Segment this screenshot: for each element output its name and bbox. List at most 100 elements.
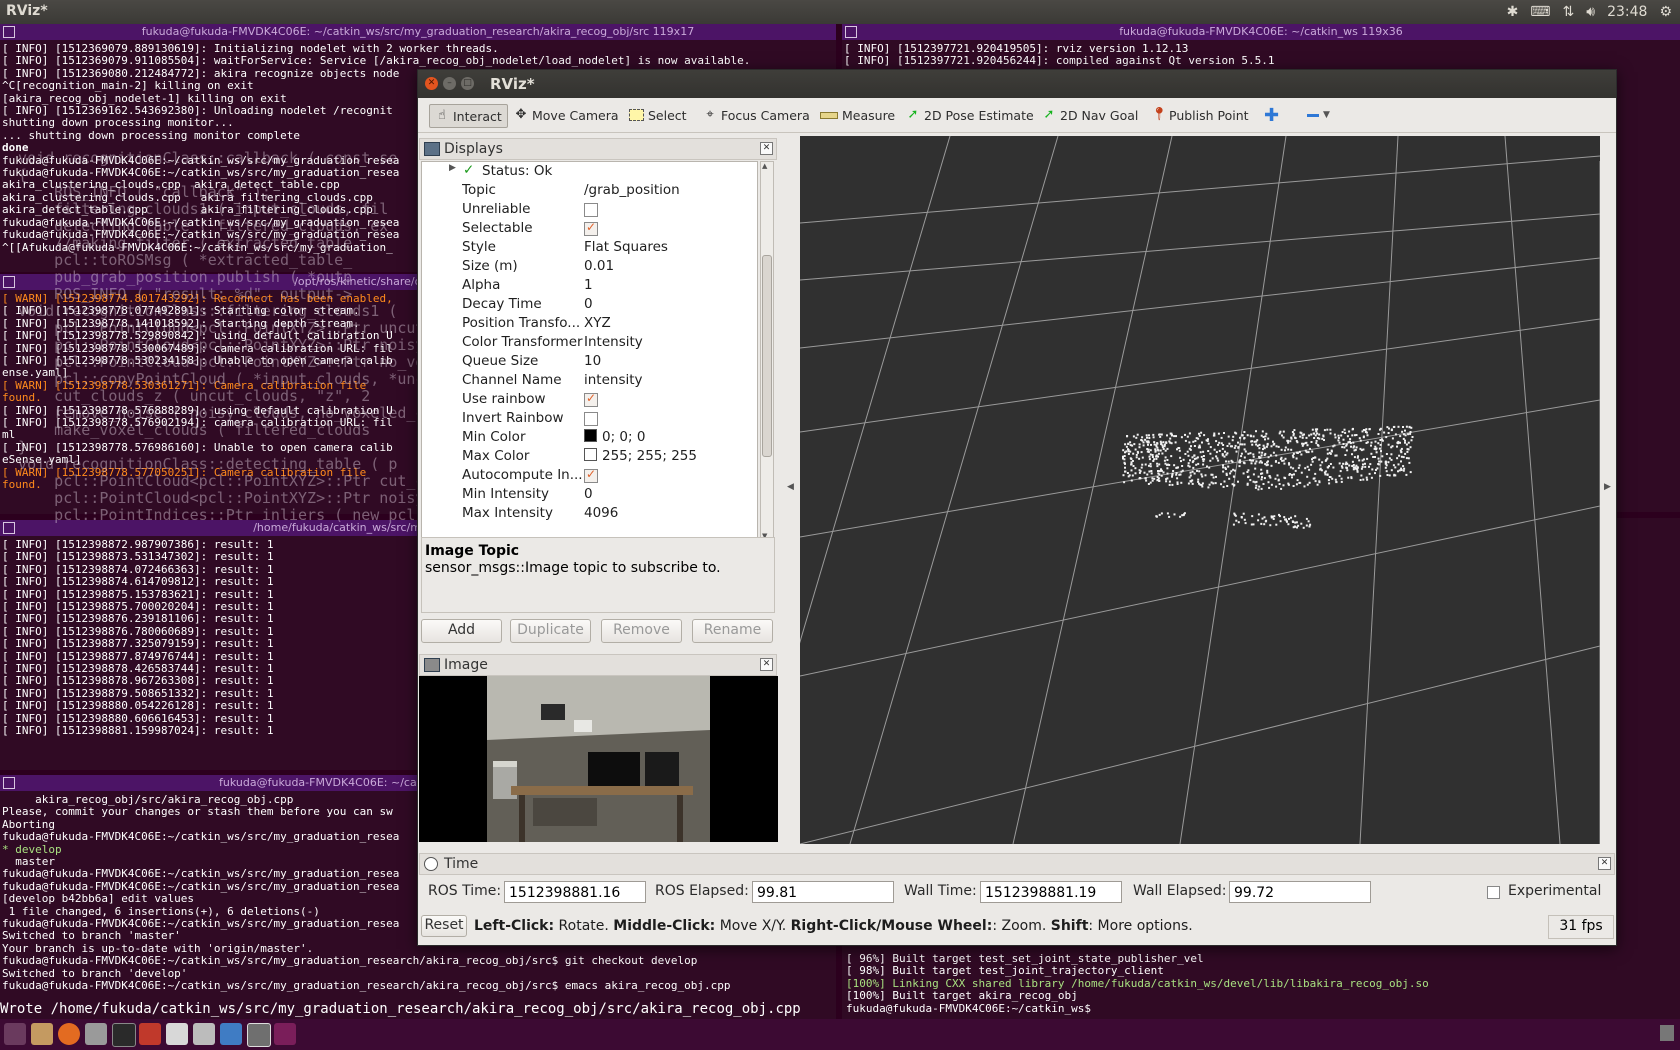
camera-app-icon[interactable] bbox=[166, 1023, 188, 1045]
property-value[interactable]: /grab_position bbox=[584, 182, 680, 198]
tool-publish-point[interactable]: 📍︎ Publish Point bbox=[1151, 104, 1249, 126]
clock[interactable]: 23:48 bbox=[1607, 4, 1647, 20]
property-value[interactable]: Flat Squares bbox=[584, 239, 668, 255]
rviz-window: ✕ – □ RViz* ☝ Interact ✥ Move Camera Selec… bbox=[417, 69, 1617, 946]
reset-button[interactable]: Reset bbox=[421, 915, 467, 937]
property-row[interactable]: Position Transfo... XYZ bbox=[422, 314, 742, 333]
displays-tree[interactable]: ▶ ✓ Status: Ok Topic/grab_position Unreli… bbox=[421, 161, 758, 541]
property-value[interactable]: Intensity bbox=[584, 334, 643, 350]
property-row[interactable]: Unreliable bbox=[422, 200, 742, 219]
network-icon[interactable]: ⇅ bbox=[1563, 4, 1575, 20]
collapse-left-icon[interactable]: ◀ bbox=[787, 482, 794, 492]
property-row[interactable]: Autocompute In... bbox=[422, 466, 742, 485]
property-checkbox[interactable] bbox=[584, 391, 598, 407]
close-window-button[interactable]: ✕ bbox=[425, 77, 438, 90]
property-checkbox[interactable] bbox=[584, 412, 598, 426]
property-checkbox[interactable] bbox=[584, 220, 598, 236]
property-row[interactable]: Channel Name intensity bbox=[422, 371, 742, 390]
dash-icon[interactable] bbox=[4, 1023, 26, 1045]
property-value[interactable]: XYZ bbox=[584, 315, 611, 331]
settings-icon[interactable] bbox=[85, 1023, 107, 1045]
property-row[interactable]: Min Intensity 0 bbox=[422, 485, 742, 504]
terminal-icon[interactable] bbox=[112, 1023, 136, 1047]
property-value[interactable]: 0.01 bbox=[584, 258, 614, 274]
property-row[interactable]: Queue Size 10 bbox=[422, 352, 742, 371]
property-row[interactable]: Color Transformer Intensity bbox=[422, 333, 742, 352]
property-value[interactable]: 1 bbox=[584, 277, 593, 293]
close-icon[interactable]: ✕ bbox=[760, 142, 773, 155]
property-value[interactable]: 0 bbox=[584, 486, 593, 502]
expand-arrow-icon[interactable]: ▶ bbox=[449, 163, 456, 173]
property-key: Use rainbow bbox=[462, 391, 546, 407]
rviz-titlebar[interactable]: ✕ – □ RViz* bbox=[418, 70, 1616, 98]
maximize-window-button[interactable]: □ bbox=[461, 77, 474, 90]
property-value[interactable]: 10 bbox=[584, 353, 601, 369]
remove-tool-button[interactable]: ▼ bbox=[1307, 104, 1330, 126]
clock-icon bbox=[424, 857, 438, 871]
property-value[interactable]: 0; 0; 0 bbox=[584, 429, 645, 445]
displays-panel-header[interactable]: Displays ✕ bbox=[419, 138, 777, 160]
rename-display-button[interactable]: Rename bbox=[692, 619, 773, 643]
terminal-1-titlebar[interactable]: fukuda@fukuda-FMVDK4C06E: ~/catkin_ws/sr… bbox=[0, 24, 836, 40]
property-row[interactable]: Max Color 255; 255; 255 bbox=[422, 447, 742, 466]
property-row[interactable]: Alpha 1 bbox=[422, 276, 742, 295]
terminal-2-icon[interactable] bbox=[274, 1023, 296, 1045]
close-icon[interactable]: ✕ bbox=[760, 658, 773, 671]
dropbox-icon[interactable]: ✱ bbox=[1507, 4, 1519, 20]
property-row[interactable]: Use rainbow bbox=[422, 390, 742, 409]
tool-measure[interactable]: Measure bbox=[820, 104, 895, 126]
property-value[interactable]: 0 bbox=[584, 296, 593, 312]
remove-display-button[interactable]: Remove bbox=[601, 619, 682, 643]
property-row[interactable]: Min Color 0; 0; 0 bbox=[422, 428, 742, 447]
tool-select[interactable]: Select bbox=[629, 104, 687, 126]
collapse-right-icon[interactable]: ▶ bbox=[1604, 482, 1611, 492]
tool-focus-camera[interactable]: ⌖ Focus Camera bbox=[703, 104, 809, 126]
impress-icon[interactable] bbox=[139, 1023, 161, 1045]
scroll-up-icon[interactable]: ▲ bbox=[762, 162, 767, 170]
property-row[interactable]: Decay Time 0 bbox=[422, 295, 742, 314]
add-display-button[interactable]: Add bbox=[421, 619, 502, 643]
scrollbar-thumb[interactable] bbox=[762, 255, 772, 457]
property-row[interactable]: Selectable bbox=[422, 219, 742, 238]
volume-icon[interactable]: 🔊︎ bbox=[1586, 4, 1595, 20]
firefox-icon[interactable] bbox=[58, 1023, 80, 1045]
property-row[interactable]: Max Intensity 4096 bbox=[422, 504, 742, 523]
property-row[interactable]: Style Flat Squares bbox=[422, 238, 742, 257]
property-row[interactable]: Invert Rainbow bbox=[422, 409, 742, 428]
property-checkbox[interactable] bbox=[584, 203, 598, 217]
trash-icon[interactable] bbox=[1660, 1025, 1674, 1041]
image-viewer-icon[interactable] bbox=[193, 1023, 215, 1045]
ros-elapsed-label: ROS Elapsed: bbox=[655, 883, 749, 899]
wall-elapsed-field[interactable]: 99.72 bbox=[1229, 881, 1371, 903]
tool-2d-pose-estimate[interactable]: ➚ 2D Pose Estimate bbox=[906, 104, 1034, 126]
files-icon[interactable] bbox=[31, 1023, 53, 1045]
status-row[interactable]: ▶ ✓ Status: Ok bbox=[422, 162, 742, 181]
duplicate-display-button[interactable]: Duplicate bbox=[510, 619, 591, 643]
property-value[interactable]: intensity bbox=[584, 372, 643, 388]
property-row[interactable]: Topic/grab_position bbox=[422, 181, 742, 200]
time-panel-header[interactable]: Time ✕ bbox=[419, 853, 1615, 875]
qt-creator-icon[interactable] bbox=[220, 1023, 242, 1045]
tool-interact[interactable]: ☝ Interact bbox=[429, 104, 508, 128]
wall-time-field[interactable]: 1512398881.19 bbox=[980, 881, 1122, 903]
property-checkbox[interactable] bbox=[584, 467, 598, 483]
property-row[interactable]: Size (m) 0.01 bbox=[422, 257, 742, 276]
minimize-window-button[interactable]: – bbox=[443, 77, 456, 90]
property-value[interactable]: 255; 255; 255 bbox=[584, 448, 697, 464]
3d-render-view[interactable] bbox=[739, 135, 1601, 845]
hint-more: : More options. bbox=[1088, 918, 1193, 934]
tool-move-camera[interactable]: ✥ Move Camera bbox=[514, 104, 619, 126]
ros-elapsed-field[interactable]: 99.81 bbox=[752, 881, 894, 903]
ros-time-field[interactable]: 1512398881.16 bbox=[504, 881, 646, 903]
add-tool-button[interactable]: ✚ bbox=[1264, 104, 1279, 126]
tool-2d-nav-goal[interactable]: ➚ 2D Nav Goal bbox=[1042, 104, 1139, 126]
gear-icon[interactable]: ⚙ bbox=[1659, 4, 1672, 20]
terminal-2-titlebar[interactable]: fukuda@fukuda-FMVDK4C06E: ~/catkin_ws 11… bbox=[842, 24, 1680, 40]
experimental-checkbox[interactable] bbox=[1487, 886, 1500, 899]
keyboard-icon[interactable]: ⌨ bbox=[1530, 4, 1550, 20]
displays-scrollbar[interactable]: ▲ ▼ bbox=[760, 161, 774, 541]
property-value[interactable]: 4096 bbox=[584, 505, 618, 521]
image-panel-header[interactable]: Image ✕ bbox=[419, 654, 777, 676]
close-icon[interactable]: ✕ bbox=[1598, 857, 1611, 870]
rviz-icon[interactable] bbox=[247, 1023, 271, 1047]
